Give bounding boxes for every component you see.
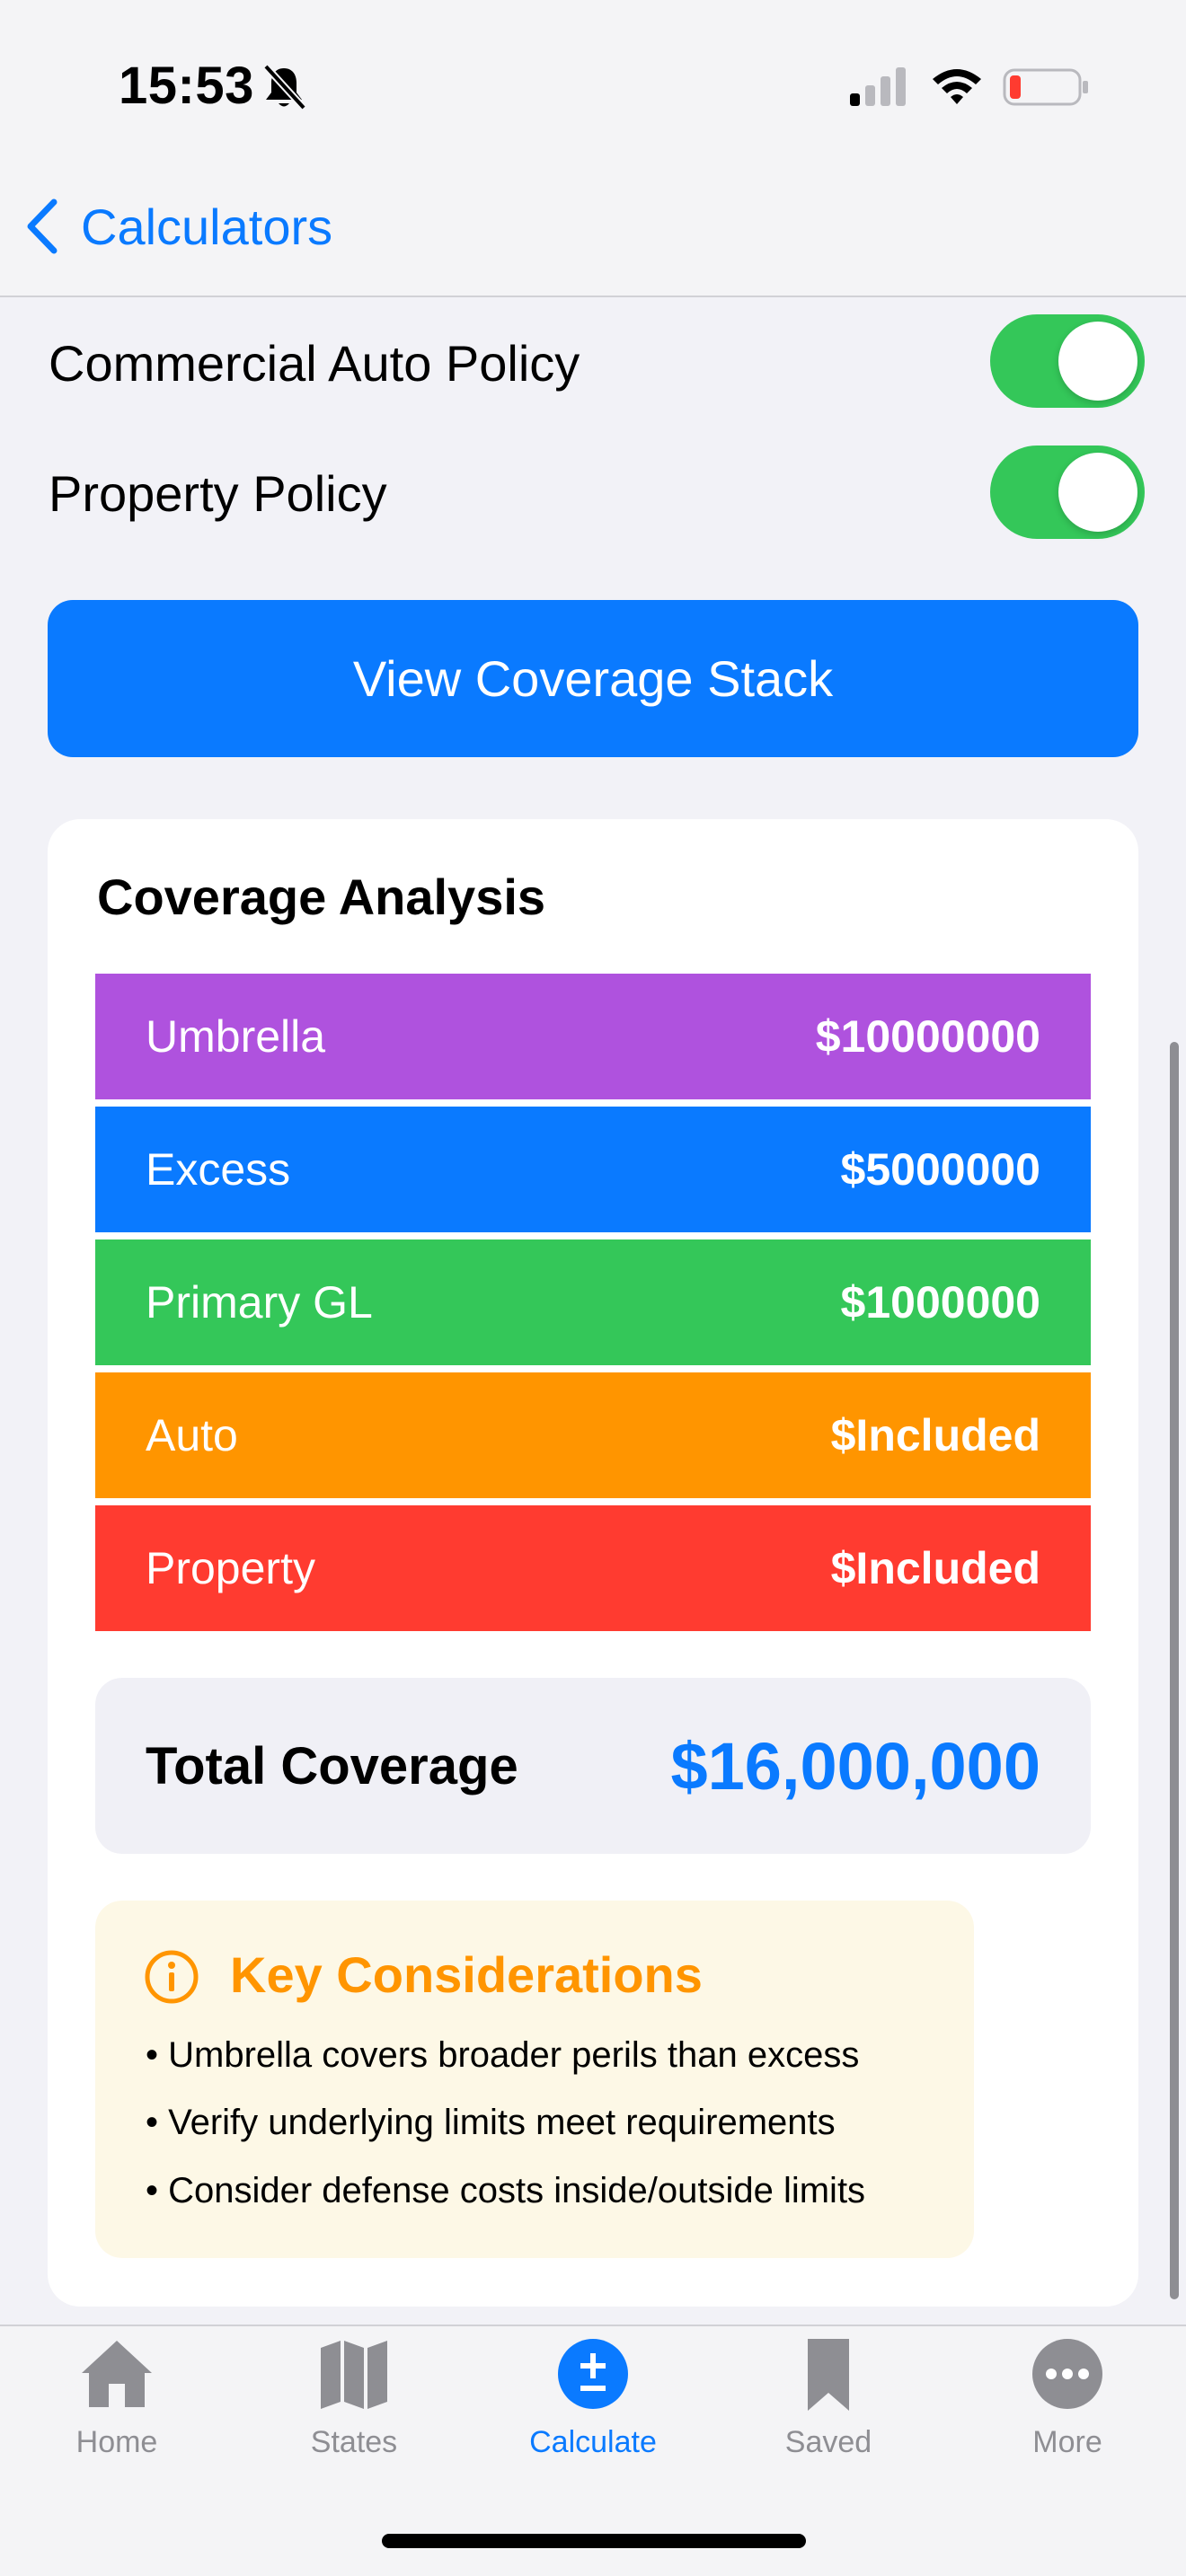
tab-label: States bbox=[310, 2425, 398, 2459]
battery-low-icon bbox=[1003, 68, 1088, 106]
coverage-layer-label: Auto bbox=[146, 1410, 238, 1460]
info-circle-icon bbox=[145, 1950, 199, 2004]
nav-divider bbox=[0, 296, 1186, 297]
property-policy-label: Property Policy bbox=[49, 465, 387, 522]
bookmark-icon bbox=[808, 2339, 849, 2411]
map-icon bbox=[321, 2341, 387, 2409]
tab-more[interactable]: More bbox=[969, 2335, 1166, 2470]
coverage-layer-label: Umbrella bbox=[146, 1011, 326, 1062]
commercial-auto-policy-label: Commercial Auto Policy bbox=[49, 335, 580, 392]
home-indicator[interactable] bbox=[382, 2534, 806, 2548]
coverage-layer-auto: Auto $Included bbox=[95, 1372, 1091, 1498]
bell-slash-icon bbox=[263, 64, 306, 110]
coverage-layer-value: $Included bbox=[830, 1410, 1040, 1460]
coverage-layer-value: $Included bbox=[830, 1543, 1040, 1593]
back-button-label: Calculators bbox=[81, 198, 333, 255]
scroll-indicator[interactable] bbox=[1170, 1042, 1179, 2299]
tab-home[interactable]: Home bbox=[18, 2335, 216, 2470]
consideration-item: • Verify underlying limits meet requirem… bbox=[146, 2103, 836, 2142]
coverage-layer-label: Property bbox=[146, 1543, 315, 1593]
total-coverage-value: $16,000,000 bbox=[670, 1728, 1040, 1804]
commercial-auto-policy-toggle[interactable] bbox=[990, 314, 1145, 408]
coverage-analysis-title: Coverage Analysis bbox=[97, 869, 546, 925]
tab-calculate[interactable]: Calculate bbox=[494, 2335, 692, 2470]
coverage-layer-property: Property $Included bbox=[95, 1505, 1091, 1631]
wifi-icon bbox=[933, 69, 981, 104]
key-considerations-title: Key Considerations bbox=[230, 1946, 703, 2003]
tab-bar-divider bbox=[0, 2325, 1186, 2326]
house-icon bbox=[82, 2341, 152, 2407]
coverage-layer-excess: Excess $5000000 bbox=[95, 1107, 1091, 1232]
chevron-back-icon bbox=[27, 198, 58, 254]
tab-saved[interactable]: Saved bbox=[730, 2335, 927, 2470]
tab-label: Home bbox=[75, 2425, 158, 2459]
total-coverage-label: Total Coverage bbox=[146, 1736, 518, 1795]
cellular-signal-icon bbox=[850, 67, 906, 106]
toggle-knob bbox=[1058, 453, 1137, 532]
consideration-item: • Consider defense costs inside/outside … bbox=[146, 2171, 866, 2210]
plus-minus-icon bbox=[558, 2339, 628, 2409]
tab-states[interactable]: States bbox=[255, 2335, 453, 2470]
property-policy-toggle[interactable] bbox=[990, 446, 1145, 539]
view-coverage-stack-button[interactable]: View Coverage Stack bbox=[48, 600, 1138, 757]
coverage-layer-value: $5000000 bbox=[840, 1144, 1040, 1195]
ellipsis-icon bbox=[1032, 2339, 1102, 2409]
toggle-knob bbox=[1058, 322, 1137, 401]
tab-label: More bbox=[1032, 2425, 1102, 2459]
coverage-layer-primary-gl: Primary GL $1000000 bbox=[95, 1239, 1091, 1365]
tab-label: Calculate bbox=[529, 2425, 657, 2459]
consideration-item: • Umbrella covers broader perils than ex… bbox=[146, 2035, 860, 2075]
back-button[interactable]: Calculators bbox=[23, 190, 332, 262]
status-time: 15:53 bbox=[119, 57, 254, 115]
total-coverage-box: Total Coverage $16,000,000 bbox=[95, 1678, 1091, 1854]
coverage-layer-value: $1000000 bbox=[840, 1277, 1040, 1328]
coverage-layer-label: Excess bbox=[146, 1144, 291, 1195]
coverage-layer-umbrella: Umbrella $10000000 bbox=[95, 974, 1091, 1099]
coverage-layer-value: $10000000 bbox=[815, 1011, 1040, 1062]
coverage-layer-label: Primary GL bbox=[146, 1277, 373, 1328]
tab-label: Saved bbox=[784, 2425, 872, 2459]
